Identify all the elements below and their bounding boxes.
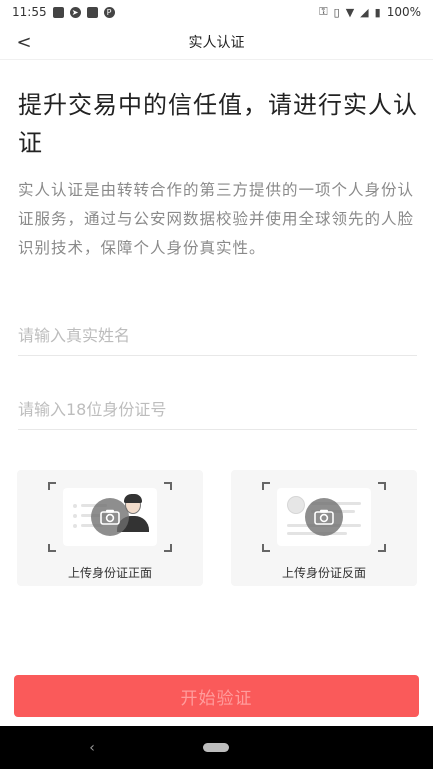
page-title: 实人认证 — [188, 34, 245, 51]
image-icon — [52, 6, 64, 18]
start-verification-button[interactable]: 开始验证 — [14, 675, 419, 717]
frame-corner — [48, 482, 56, 490]
frame-corner — [262, 544, 270, 552]
system-home-pill[interactable] — [203, 743, 229, 752]
id-number-input[interactable] — [18, 390, 417, 430]
frame-corner — [164, 544, 172, 552]
headline: 提升交易中的信任值，请进行实人认证 — [18, 91, 418, 157]
system-back-icon[interactable]: ‹ — [82, 738, 102, 758]
back-button[interactable]: < — [10, 28, 38, 56]
camera-icon — [305, 498, 343, 536]
nav-bar: < 实人认证 — [0, 24, 433, 60]
battery-icon: ▮ — [374, 5, 381, 19]
camera-icon — [91, 498, 129, 536]
upload-front-label: 上传身份证正面 — [67, 566, 152, 580]
upload-id-back[interactable]: 上传身份证反面 — [231, 470, 417, 586]
id-line-dot — [73, 524, 77, 528]
frame-corner — [262, 482, 270, 490]
upload-back-label: 上传身份证反面 — [281, 566, 366, 580]
upload-id-front[interactable]: 上传身份证正面 — [17, 470, 203, 586]
status-right: ⚿ ▯ ▼ ◢ ▮ 100% — [319, 5, 421, 19]
frame-corner — [164, 482, 172, 490]
telegram-icon: ➤ — [69, 6, 81, 18]
status-left: 11:55 ➤ P — [12, 5, 115, 19]
id-line-dot — [73, 504, 77, 508]
frame-corner — [48, 544, 56, 552]
person-hair — [124, 494, 142, 503]
emblem-icon — [287, 496, 305, 514]
chevron-left-icon: < — [16, 31, 32, 53]
wifi-icon: ▼ — [345, 5, 355, 19]
frame-corner — [378, 482, 386, 490]
status-time: 11:55 — [12, 5, 47, 19]
frame-corner — [378, 544, 386, 552]
battery-percent: 100% — [386, 5, 421, 19]
p-icon: P — [103, 6, 115, 18]
id-line-dot — [73, 514, 77, 518]
signal-icon: ◢ — [360, 5, 369, 19]
key-icon: ⚿ — [319, 5, 328, 18]
system-nav-bar: ‹ — [0, 726, 433, 769]
status-bar: 11:55 ➤ P ⚿ ▯ ▼ ◢ ▮ 100% — [0, 0, 433, 24]
description: 实人认证是由转转合作的第三方提供的一项个人身份认证服务，通过与公安网数据校验并使… — [18, 181, 415, 257]
instagram-icon — [86, 6, 98, 18]
vibrate-icon: ▯ — [333, 5, 340, 19]
real-name-input[interactable] — [18, 316, 417, 356]
